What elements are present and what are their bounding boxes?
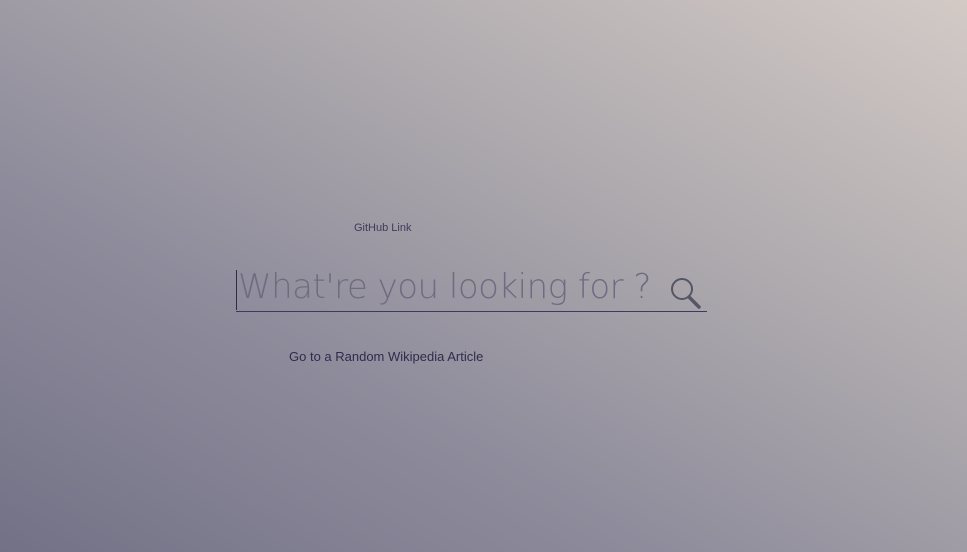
search-bar xyxy=(236,264,707,312)
search-icon xyxy=(671,278,701,309)
search-button[interactable] xyxy=(668,276,702,310)
search-input[interactable] xyxy=(236,264,663,310)
random-article-link[interactable]: Go to a Random Wikipedia Article xyxy=(289,349,483,364)
github-link[interactable]: GitHub Link xyxy=(354,222,411,234)
